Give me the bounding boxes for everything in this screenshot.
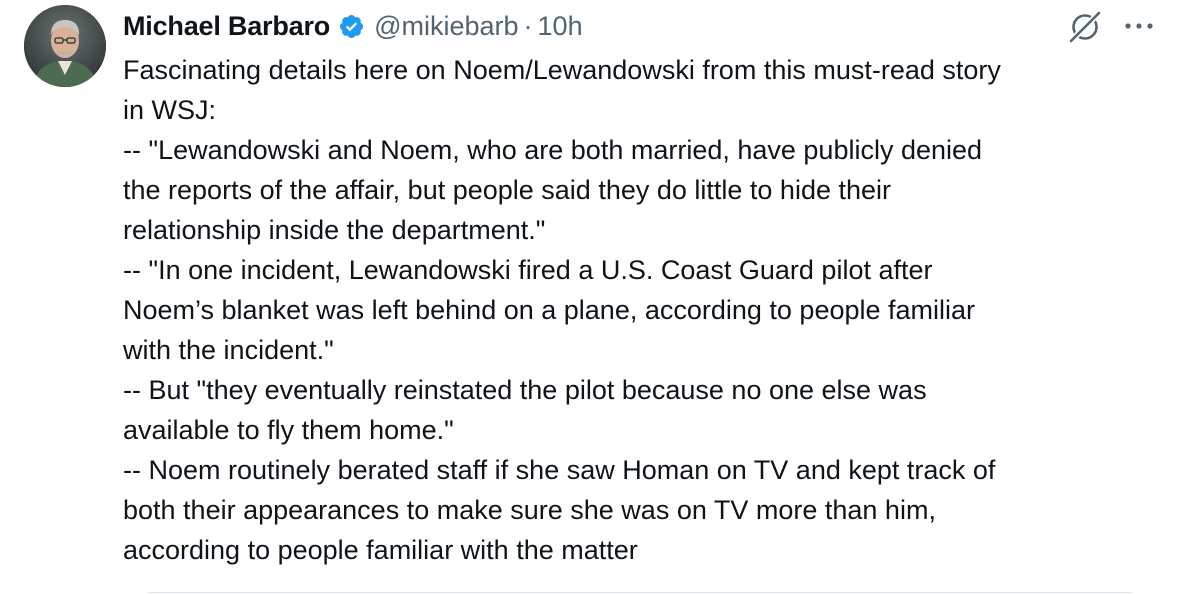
author-display-name[interactable]: Michael Barbaro — [123, 11, 330, 42]
tweet-text-line: both their appearances to make sure she … — [123, 495, 936, 525]
tweet-header: Michael Barbaro @mikiebarb · 10h — [123, 8, 583, 44]
tweet-text: Fascinating details here on Noem/Lewando… — [123, 50, 1173, 570]
author-handle[interactable]: @mikiebarb — [374, 11, 518, 42]
divider — [148, 592, 1132, 593]
tweet-text-line: the reports of the affair, but people sa… — [123, 175, 891, 205]
tweet-text-line: -- "In one incident, Lewandowski fired a… — [123, 255, 933, 285]
tweet-text-line: -- Noem routinely berated staff if she s… — [123, 455, 996, 485]
grok-icon[interactable] — [1066, 8, 1104, 46]
tweet-text-line: in WSJ: — [123, 95, 217, 125]
tweet-text-line: -- But "they eventually reinstated the p… — [123, 375, 927, 405]
more-options-icon[interactable] — [1120, 12, 1158, 40]
tweet-text-line: available to fly them home." — [123, 415, 454, 445]
tweet-text-line: relationship inside the department." — [123, 215, 546, 245]
verified-badge-icon[interactable] — [338, 13, 365, 40]
tweet-text-line: Fascinating details here on Noem/Lewando… — [123, 55, 1001, 85]
avatar-image — [24, 5, 106, 87]
tweet-text-line: according to people familiar with the ma… — [123, 535, 638, 565]
tweet-text-line: Noem’s blanket was left behind on a plan… — [123, 295, 976, 325]
separator-dot: · — [523, 10, 533, 41]
avatar[interactable] — [24, 5, 106, 87]
tweet-timestamp[interactable]: 10h — [538, 11, 583, 42]
tweet-text-line: -- "Lewandowski and Noem, who are both m… — [123, 135, 983, 165]
tweet-card: Michael Barbaro @mikiebarb · 10h Fascina… — [0, 0, 1190, 594]
tweet-text-line: with the incident." — [123, 335, 334, 365]
